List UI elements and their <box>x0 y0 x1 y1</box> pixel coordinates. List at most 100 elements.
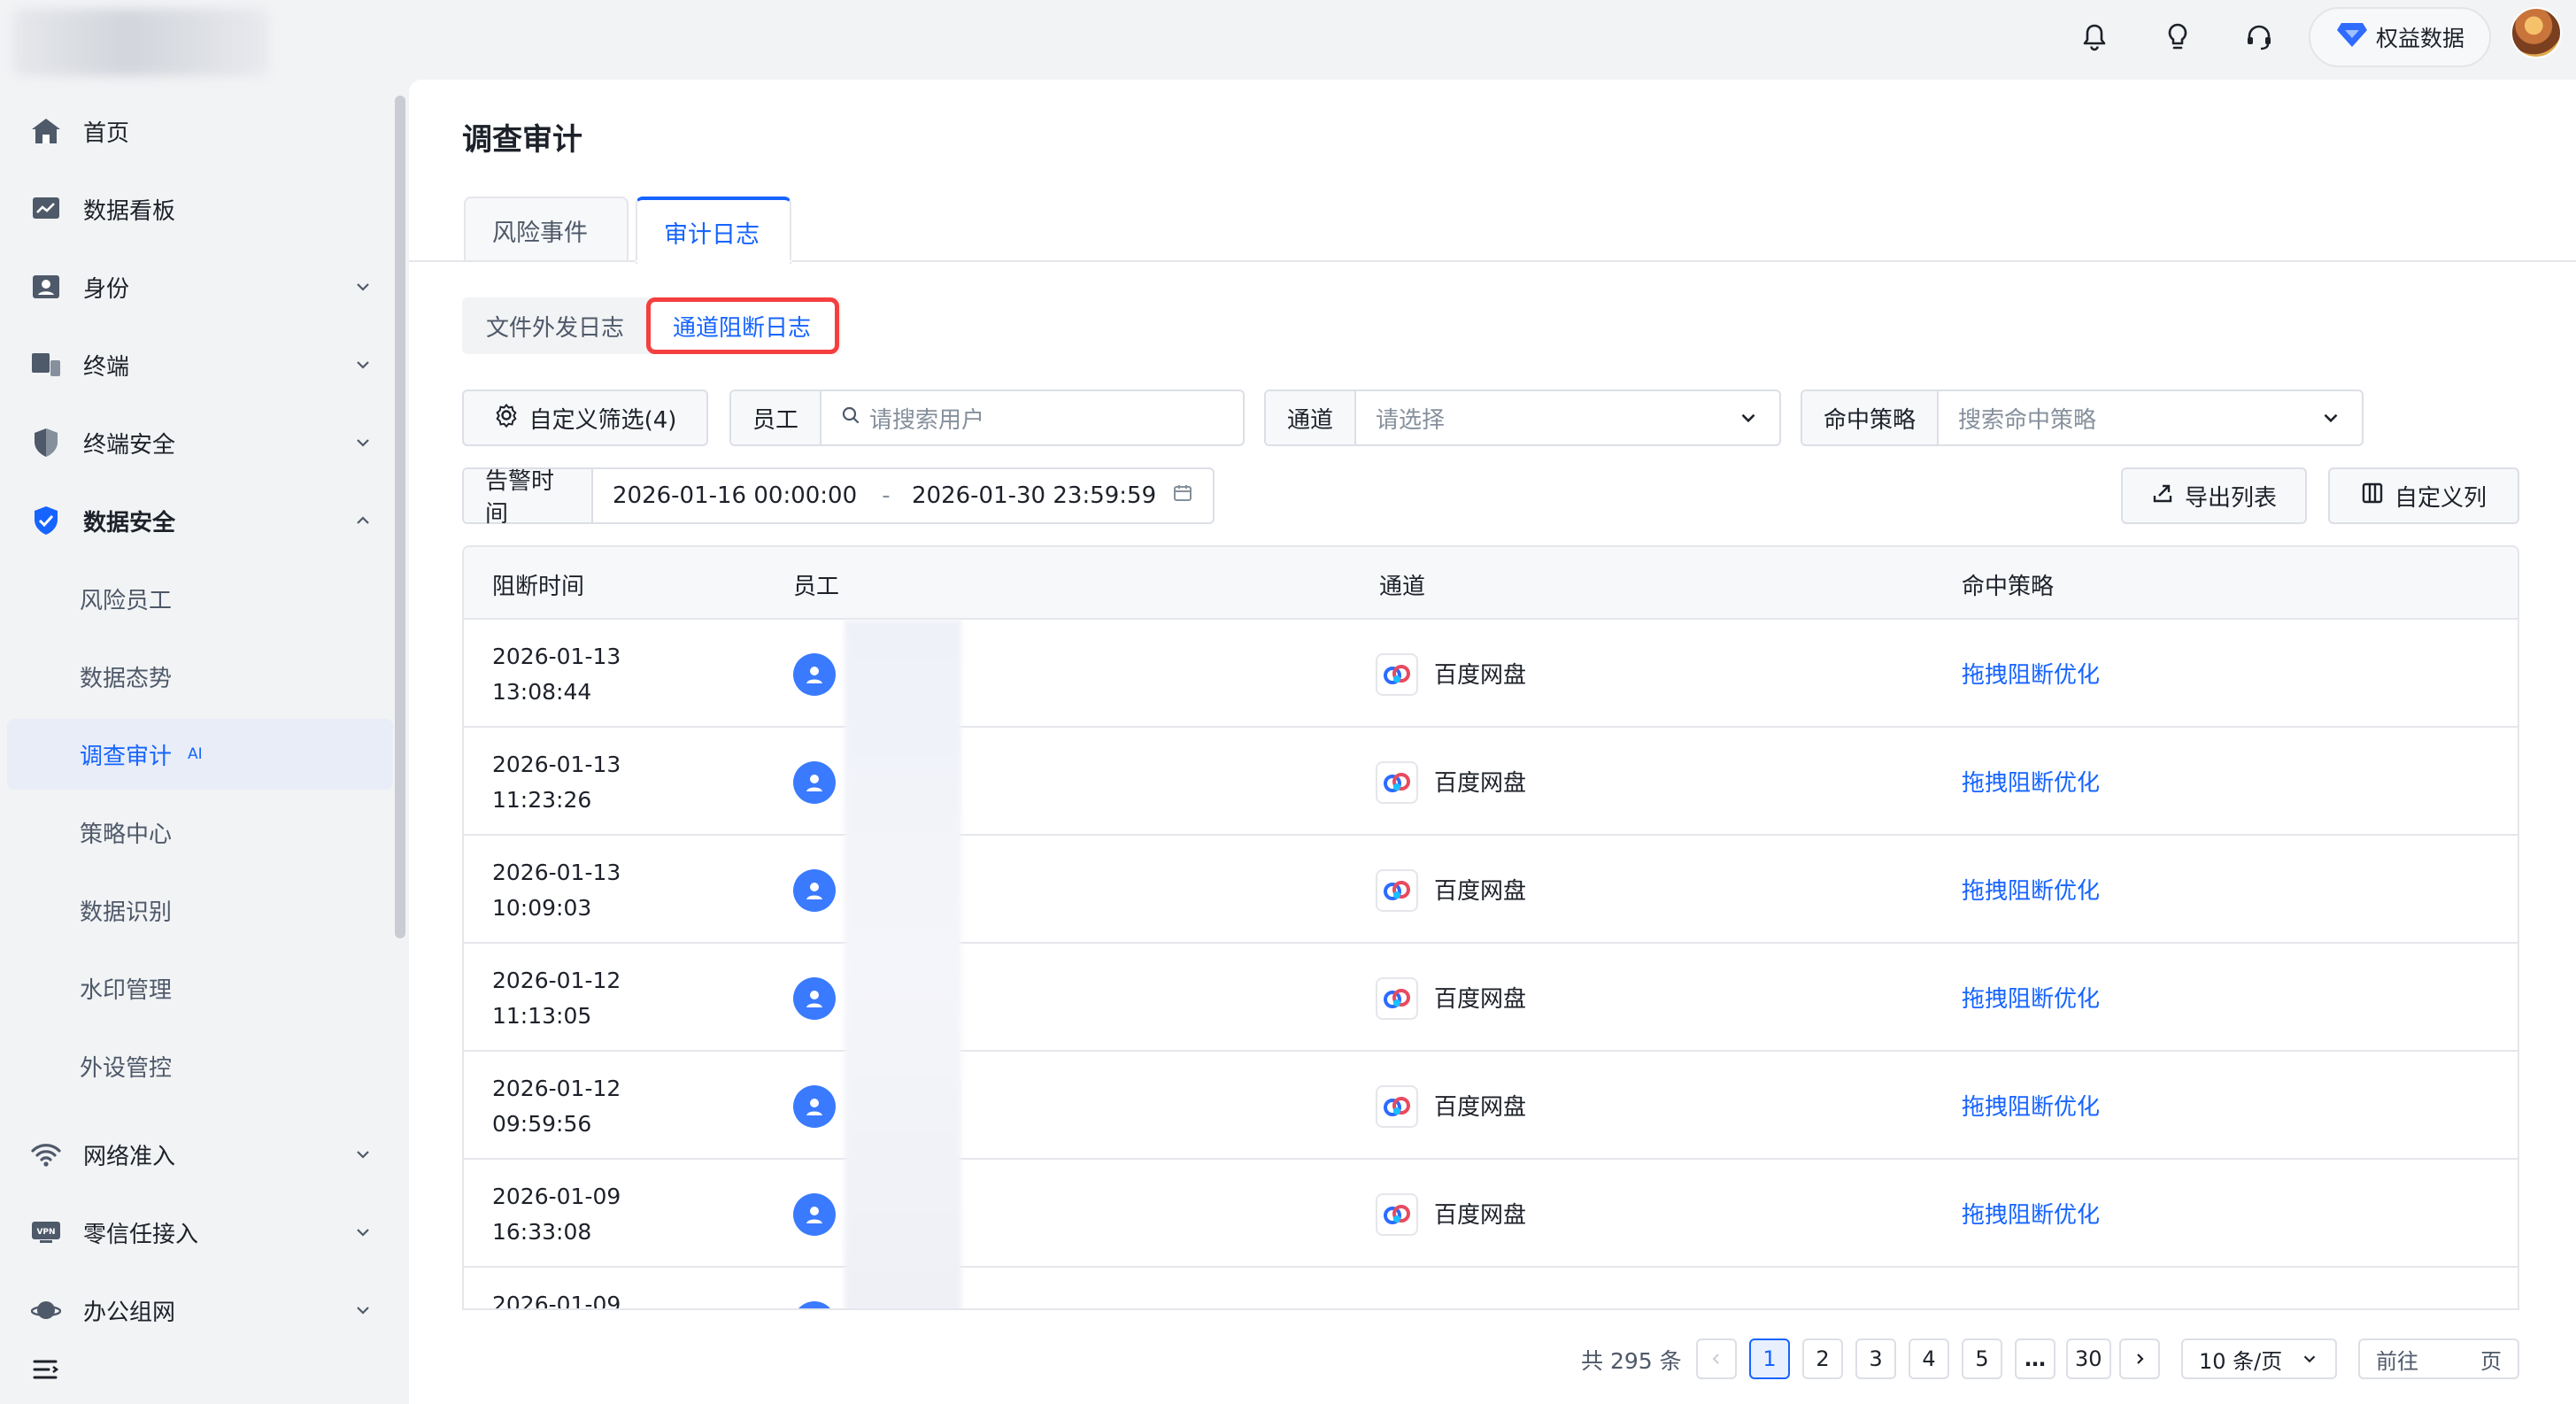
sidebar-subitem-label: 外设管控 <box>80 1054 173 1082</box>
chevron-down-icon[interactable] <box>1737 406 1760 429</box>
tab-divider-gap <box>636 260 791 262</box>
sidebar-item-label: 办公组网 <box>83 1299 176 1326</box>
table-row[interactable]: 2026-01-09 16:33:08 百度网盘 拖拽阻断优化 <box>464 1160 2518 1268</box>
tab-risk-events[interactable]: 风险事件 <box>464 197 629 262</box>
sidebar-item-terminal[interactable]: 终端 <box>7 329 393 400</box>
custom-filter-button[interactable]: 自定义筛选(4) <box>462 390 708 446</box>
baidu-netdisk-icon <box>1376 1085 1418 1128</box>
shield-check-icon <box>28 503 64 538</box>
chevron-down-icon <box>357 1229 369 1237</box>
subtab-file-outbound-log[interactable]: 文件外发日志 <box>462 297 648 354</box>
sidebar-scrollbar[interactable] <box>395 96 405 938</box>
block-time-cell: 2026-01-12 11:13:05 <box>492 963 621 1034</box>
export-list-button[interactable]: 导出列表 <box>2121 467 2307 524</box>
employee-search-input[interactable]: 请搜索用户 <box>821 391 1243 444</box>
policy-link[interactable]: 拖拽阻断优化 <box>1962 1089 2100 1122</box>
table-row[interactable]: 2026-01-12 09:59:56 百度网盘 拖拽阻断优化 <box>464 1052 2518 1160</box>
page-number-button[interactable]: 4 <box>1909 1338 1949 1379</box>
sidebar-subitem-data-identification[interactable]: 数据识别 <box>7 875 393 945</box>
page-number-button[interactable]: 5 <box>1962 1338 2002 1379</box>
columns-label: 自定义列 <box>2394 484 2487 512</box>
table-row[interactable]: 2026-01-09 <box>464 1268 2518 1308</box>
avatar[interactable] <box>2510 7 2562 58</box>
block-time: 13:08:44 <box>492 679 592 705</box>
alert-time-filter: 告警时间 2026-01-16 00:00:00 - 2026-01-30 23… <box>462 467 1215 528</box>
sidebar-subitem-label: 数据态势 <box>80 665 173 692</box>
page-number-button[interactable]: 30 <box>2066 1338 2111 1379</box>
sidebar-subitem-risk-employee[interactable]: 风险员工 <box>7 563 393 634</box>
table-row[interactable]: 2026-01-13 10:09:03 百度网盘 拖拽阻断优化 <box>464 836 2518 944</box>
policy-link[interactable]: 拖拽阻断优化 <box>1962 981 2100 1014</box>
policy-link[interactable]: 拖拽阻断优化 <box>1962 1197 2100 1230</box>
policy-search-select[interactable]: 搜索命中策略 <box>1939 391 2319 444</box>
date-range-picker[interactable]: 2026-01-16 00:00:00 - 2026-01-30 23:59:5… <box>593 469 1213 522</box>
sidebar-item-identity[interactable]: 身份 <box>7 251 393 322</box>
tab-audit-log[interactable]: 审计日志 <box>636 197 791 264</box>
block-time-cell: 2026-01-13 10:09:03 <box>492 855 621 926</box>
goto-page-input[interactable]: 前往 页 <box>2358 1338 2519 1379</box>
sidebar-subitem-peripheral-control[interactable]: 外设管控 <box>7 1030 393 1101</box>
collapse-menu-icon[interactable] <box>32 1354 62 1385</box>
policy-link[interactable]: 拖拽阻断优化 <box>1962 657 2100 690</box>
sidebar-subitem-label: 策略中心 <box>80 821 173 848</box>
next-page-button[interactable] <box>2119 1338 2160 1379</box>
table-header: 阻断时间 员工 通道 命中策略 <box>464 547 2518 620</box>
block-time: 11:23:26 <box>492 787 592 813</box>
chevron-down-icon <box>357 1151 369 1159</box>
benefit-data-button[interactable]: 权益数据 <box>2309 7 2491 67</box>
block-time-cell: 2026-01-12 09:59:56 <box>492 1071 621 1142</box>
channel-select-placeholder: 请选择 <box>1376 406 1446 434</box>
sidebar-item-office-network[interactable]: 办公组网 <box>7 1275 393 1346</box>
date-range-start[interactable]: 2026-01-16 00:00:00 <box>613 482 860 509</box>
baidu-netdisk-icon <box>1376 653 1418 696</box>
channel-select[interactable]: 请选择 <box>1356 391 1737 444</box>
policy-link[interactable]: 拖拽阻断优化 <box>1962 873 2100 906</box>
prev-page-button[interactable] <box>1696 1338 1737 1379</box>
sidebar-subitem-data-posture[interactable]: 数据态势 <box>7 641 393 712</box>
svg-text:VPN: VPN <box>36 1228 55 1237</box>
user-avatar-icon <box>793 869 836 912</box>
export-icon <box>2151 482 2174 511</box>
custom-columns-button[interactable]: 自定义列 <box>2328 467 2519 524</box>
date-range-end[interactable]: 2026-01-30 23:59:59 <box>912 482 1172 509</box>
tab-label: 风险事件 <box>492 219 588 247</box>
sidebar-subitem-investigation-audit[interactable]: 调查审计 AI <box>7 719 393 790</box>
block-time-cell: 2026-01-09 <box>492 1287 621 1308</box>
sidebar-item-dashboard[interactable]: 数据看板 <box>7 174 393 244</box>
user-avatar-icon <box>793 761 836 804</box>
diamond-icon <box>2337 21 2367 53</box>
sidebar-item-label: 身份 <box>83 275 130 303</box>
page-ellipsis[interactable]: … <box>2015 1338 2055 1379</box>
chevron-down-icon[interactable] <box>2319 406 2342 429</box>
sidebar-item-data-security[interactable]: 数据安全 <box>7 485 393 556</box>
page-number-button[interactable]: 2 <box>1802 1338 1843 1379</box>
sidebar-item-network-access[interactable]: 网络准入 <box>7 1119 393 1190</box>
sidebar-item-label: 数据看板 <box>83 197 176 225</box>
table-row[interactable]: 2026-01-12 11:13:05 百度网盘 拖拽阻断优化 <box>464 944 2518 1052</box>
page-size-select[interactable]: 10 条/页 <box>2181 1338 2337 1379</box>
headset-icon[interactable] <box>2240 18 2279 57</box>
sidebar-item-endpoint-security[interactable]: 终端安全 <box>7 407 393 478</box>
block-log-table: 阻断时间 员工 通道 命中策略 2026-01-13 13:08:44 百度网盘 拖拽… <box>462 545 2519 1310</box>
planet-icon <box>28 1292 64 1328</box>
bell-icon[interactable] <box>2075 18 2114 57</box>
page-number-button[interactable]: 3 <box>1855 1338 1896 1379</box>
chevron-up-icon <box>357 516 369 524</box>
sidebar-item-label: 首页 <box>83 120 130 147</box>
table-row[interactable]: 2026-01-13 11:23:26 百度网盘 拖拽阻断优化 <box>464 728 2518 836</box>
total-count: 共 295 条 <box>1581 1348 1682 1374</box>
calendar-icon[interactable] <box>1172 482 1193 510</box>
policy-link[interactable]: 拖拽阻断优化 <box>1962 765 2100 798</box>
sidebar-item-home[interactable]: 首页 <box>7 96 393 166</box>
page-number-button[interactable]: 1 <box>1749 1338 1790 1379</box>
column-header-block-time: 阻断时间 <box>492 574 585 600</box>
sidebar-subitem-watermark[interactable]: 水印管理 <box>7 953 393 1023</box>
table-row[interactable]: 2026-01-13 13:08:44 百度网盘 拖拽阻断优化 <box>464 620 2518 728</box>
sidebar-item-zero-trust[interactable]: VPN 零信任接入 <box>7 1197 393 1268</box>
sidebar-subitem-label: 水印管理 <box>80 976 173 1004</box>
sidebar-subitem-policy-center[interactable]: 策略中心 <box>7 797 393 868</box>
channel-filter-label: 通道 <box>1266 391 1357 444</box>
wifi-icon <box>28 1137 64 1172</box>
lightbulb-icon[interactable] <box>2158 18 2197 57</box>
block-date: 2026-01-13 <box>492 752 621 777</box>
